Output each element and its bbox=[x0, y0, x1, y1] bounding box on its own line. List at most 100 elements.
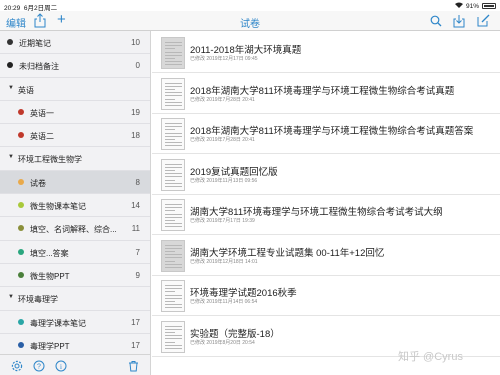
note-modified-date: 已修改 2019年12月18日 14:01 bbox=[190, 258, 258, 265]
sidebar-item-count: 19 bbox=[131, 107, 140, 117]
sidebar-item[interactable]: 微生物PPT 9 bbox=[0, 264, 150, 288]
sidebar-item-label: 英语二 bbox=[30, 132, 54, 142]
sidebar-item-label: 英语一 bbox=[30, 108, 54, 118]
note-modified-date: 已修改 2019年7月28日 20:41 bbox=[190, 137, 255, 143]
note-modified-date: 已修改 2019年7月17日 19:39 bbox=[190, 218, 255, 224]
note-thumbnail bbox=[161, 280, 185, 312]
add-note-button[interactable]: + bbox=[57, 11, 66, 29]
note-list-item[interactable]: 2019复试真题回忆版 已修改 2019年11月13日 09:56 bbox=[152, 155, 500, 195]
sidebar-item-count: 14 bbox=[131, 201, 140, 211]
sidebar-item[interactable]: 毒理学PPT 17 bbox=[0, 334, 150, 354]
note-list-item[interactable]: 2018年湖南大学811环境毒理学与环境工程微生物综合考试真题答案 已修改 201… bbox=[152, 114, 500, 154]
search-icon[interactable] bbox=[430, 14, 442, 32]
note-list: 2011-2018年湖大环境真题 已修改 2019年12月17日 09:45 201… bbox=[152, 31, 500, 375]
note-list-item[interactable]: 湖南大学811环境毒理学与环境工程微生物综合考试考试大纲 已修改 2019年7月1… bbox=[152, 195, 500, 235]
sidebar-item-count: 0 bbox=[135, 61, 140, 71]
sidebar-item-label: 近期笔记 bbox=[19, 39, 51, 48]
note-list-item[interactable]: 2018年湖南大学811环境毒理学与环境工程微生物综合考试真题 已修改 2019年… bbox=[152, 74, 500, 114]
note-thumbnail bbox=[161, 320, 185, 353]
sidebar-item[interactable]: 英语一 19 bbox=[0, 101, 150, 125]
sidebar-item[interactable]: 微生物课本笔记 14 bbox=[0, 194, 150, 218]
note-thumbnail bbox=[161, 239, 185, 272]
notebook-color-dot-icon bbox=[18, 318, 24, 325]
note-thumbnail bbox=[161, 37, 185, 69]
notebook-color-dot-icon bbox=[7, 39, 13, 45]
collapse-arrow-icon[interactable]: ▼ bbox=[8, 154, 14, 160]
note-modified-date: 已修改 2019年11月14日 06:54 bbox=[190, 299, 258, 305]
page-title: 试卷 bbox=[240, 19, 260, 30]
sidebar-group-header[interactable]: ▼ 环境毒理学 bbox=[0, 287, 150, 311]
help-icon[interactable]: ? bbox=[33, 359, 45, 375]
sidebar-item[interactable]: 填空...答案 7 bbox=[0, 241, 150, 264]
edit-button[interactable]: 编辑 bbox=[6, 15, 26, 30]
note-title: 2018年湖南大学811环境毒理学与环境工程微生物综合考试真题 bbox=[190, 85, 455, 97]
note-title: 湖南大学环境工程专业试题集 00-11年+12回忆 bbox=[190, 247, 385, 259]
note-title: 2019复试真题回忆版 bbox=[190, 166, 278, 178]
note-thumbnail bbox=[161, 77, 185, 110]
sidebar-item-label: 微生物课本笔记 bbox=[30, 202, 86, 212]
note-list-item[interactable]: 环境毒理学试题2016秋季 已修改 2019年11月14日 06:54 bbox=[152, 276, 500, 316]
sidebar-item[interactable]: 未归档备注 0 bbox=[0, 54, 150, 78]
wifi-icon bbox=[454, 2, 463, 10]
note-modified-date: 已修改 2019年8月20日 20:54 bbox=[190, 339, 255, 346]
sidebar-item-count: 17 bbox=[131, 317, 140, 327]
note-modified-date: 已修改 2019年11月13日 09:56 bbox=[190, 177, 258, 184]
notebook-color-dot-icon bbox=[7, 62, 13, 69]
sidebar-toolbar: ? i bbox=[0, 354, 151, 375]
notebook-color-dot-icon bbox=[18, 248, 24, 255]
sidebar-item-label: 未归档备注 bbox=[19, 62, 59, 72]
sidebar-group-label: 英语 bbox=[18, 85, 34, 95]
notebook-color-dot-icon bbox=[18, 132, 24, 139]
sidebar-item-count: 11 bbox=[131, 224, 140, 234]
note-title: 2018年湖南大学811环境毒理学与环境工程微生物综合考试真题答案 bbox=[190, 126, 474, 137]
note-list-item[interactable]: 湖南大学环境工程专业试题集 00-11年+12回忆 已修改 2019年12月18日… bbox=[152, 236, 500, 276]
collapse-arrow-icon[interactable]: ▼ bbox=[8, 85, 14, 91]
share-icon[interactable] bbox=[34, 13, 46, 33]
sidebar-group-header[interactable]: ▼ 英语 bbox=[0, 78, 150, 101]
notebook-color-dot-icon bbox=[18, 202, 24, 209]
sidebar-item-label: 微生物PPT bbox=[30, 271, 70, 281]
sidebar-item[interactable]: 试卷 8 bbox=[0, 170, 150, 195]
notebook-color-dot-icon bbox=[18, 341, 24, 348]
note-modified-date: 已修改 2019年12月17日 09:45 bbox=[190, 56, 258, 62]
note-list-item[interactable]: 2011-2018年湖大环境真题 已修改 2019年12月17日 09:45 bbox=[152, 33, 500, 73]
note-title: 实验题（完整版-18） bbox=[190, 328, 280, 340]
sidebar-item-label: 试卷 bbox=[30, 178, 46, 188]
info-icon[interactable]: i bbox=[55, 359, 67, 375]
sidebar-item-label: 毒理学PPT bbox=[30, 341, 70, 351]
compose-icon[interactable] bbox=[477, 14, 490, 32]
navigation-bar: 编辑 + 试卷 bbox=[0, 11, 500, 31]
notebook-color-dot-icon bbox=[18, 108, 24, 115]
sidebar-item-count: 17 bbox=[131, 340, 140, 350]
notebook-sidebar: 近期笔记 10 未归档备注 0 ▼ 英语英语一 19 英语二 18 ▼ 环境工程微生物学试卷 8 微生物… bbox=[0, 31, 151, 354]
trash-icon[interactable] bbox=[128, 359, 139, 375]
sidebar-group-label: 环境工程微生物学 bbox=[18, 155, 82, 165]
watermark: 知乎 @Cyrus bbox=[398, 351, 463, 363]
sidebar-item-label: 填空、名词解释、综合... bbox=[30, 225, 117, 235]
note-thumbnail bbox=[161, 199, 185, 231]
sidebar-item-count: 7 bbox=[135, 247, 140, 257]
sidebar-group-header[interactable]: ▼ 环境工程微生物学 bbox=[0, 147, 150, 171]
settings-icon[interactable] bbox=[11, 359, 23, 375]
sidebar-item-count: 18 bbox=[131, 131, 140, 141]
battery-icon bbox=[482, 3, 496, 9]
note-title: 2011-2018年湖大环境真题 bbox=[190, 45, 302, 56]
sidebar-item-count: 9 bbox=[135, 270, 140, 280]
notebook-color-dot-icon bbox=[18, 225, 24, 232]
sidebar-item[interactable]: 英语二 18 bbox=[0, 124, 150, 148]
sidebar-item-count: 10 bbox=[131, 38, 140, 47]
note-title: 湖南大学811环境毒理学与环境工程微生物综合考试考试大纲 bbox=[190, 207, 443, 218]
note-title: 环境毒理学试题2016秋季 bbox=[190, 288, 297, 299]
status-bar: 20:29 6月2日周二 91% bbox=[0, 0, 500, 12]
note-thumbnail bbox=[161, 158, 185, 191]
sidebar-item-count: 8 bbox=[135, 177, 140, 187]
collapse-arrow-icon[interactable]: ▼ bbox=[8, 294, 14, 300]
svg-text:i: i bbox=[60, 363, 62, 371]
sidebar-item[interactable]: 毒理学课本笔记 17 bbox=[0, 311, 150, 334]
notebook-color-dot-icon bbox=[18, 178, 24, 185]
sidebar-item-label: 填空...答案 bbox=[30, 248, 69, 258]
sidebar-item[interactable]: 填空、名词解释、综合... 11 bbox=[0, 217, 150, 241]
notebook-color-dot-icon bbox=[18, 271, 24, 278]
sidebar-item[interactable]: 近期笔记 10 bbox=[0, 31, 150, 55]
note-thumbnail bbox=[161, 118, 185, 150]
